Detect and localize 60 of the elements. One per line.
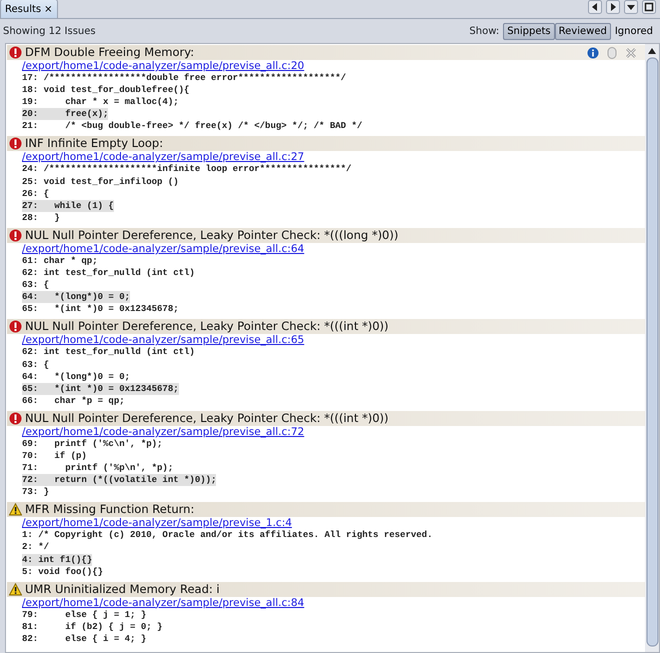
- code-line: 18: void test_for_doublefree(){: [22, 84, 190, 96]
- code-line: 61: char * qp;: [22, 254, 98, 268]
- code-line: 17: /******************double free error*******************/: [22, 72, 346, 84]
- code-line: 62: int test_for_nulld (int ctl): [22, 346, 195, 358]
- issue-header[interactable]: NUL Null Pointer Dereference, Leaky Pointer Check: *(((int *)0)): [7, 410, 645, 426]
- show-label: Show:: [469, 24, 500, 38]
- issue-header[interactable]: MFR Missing Function Return:: [7, 502, 645, 518]
- code-line: 19: char * x = malloc(4);: [22, 96, 179, 108]
- code-line: 73: }: [22, 486, 50, 498]
- issue-header[interactable]: NUL Null Pointer Dereference, Leaky Pointer Check: *(((long *)0)): [7, 228, 645, 243]
- code-line: 70: if (p): [22, 450, 87, 462]
- filter-toggle[interactable]: Snippets: [503, 22, 555, 40]
- file-link[interactable]: /export/home1/code-analyzer/sample/previse_all.c:65: [22, 334, 304, 346]
- file-link[interactable]: /export/home1/code-analyzer/sample/previse_all.c:27: [22, 151, 304, 164]
- maximize-icon[interactable]: [642, 0, 656, 14]
- issue-title: DFM Double Freeing Memory:: [25, 44, 196, 61]
- code-line: 65: *(int *)0 = 0x12345678;: [22, 303, 179, 316]
- code-line: 25: void test_for_infiloop (): [22, 176, 179, 188]
- code-line: 24: /********************infinite loop error****************/: [22, 163, 352, 176]
- info-icon[interactable]: [587, 46, 599, 58]
- code-line: 71: printf ('%p\n', *p);: [22, 462, 174, 474]
- code-line: 5: void foo(){}: [22, 566, 104, 578]
- code-line: 66: char *p = qp;: [22, 394, 125, 407]
- vertical-scrollbar[interactable]: [645, 44, 659, 652]
- code-line: 21: /* <bug double-free> */ free(x) /* </bug> */; /* BAD */: [22, 120, 362, 132]
- code-line: 26: {: [22, 188, 50, 200]
- code-line: 28: }: [22, 212, 60, 224]
- file-link[interactable]: /export/home1/code-analyzer/sample/previse_all.c:64: [22, 242, 304, 255]
- issue-header[interactable]: NUL Null Pointer Dereference, Leaky Pointer Check: *(((int *)0)): [7, 319, 645, 334]
- code-line: 69: printf ('%c\n', *p);: [22, 438, 162, 450]
- issue-header[interactable]: INF Infinite Empty Loop:: [7, 136, 645, 152]
- filter-toggle[interactable]: Ignored: [610, 22, 657, 40]
- issue-count-label: Showing 12 Issues: [3, 24, 96, 38]
- code-line: 64: *(long*)0 = 0;: [22, 370, 130, 383]
- code-line: 82: else { i = 4; }: [22, 632, 146, 645]
- close-icon[interactable]: [625, 46, 637, 58]
- filter-toggle[interactable]: Reviewed: [554, 22, 611, 40]
- code-line: 63: {: [22, 358, 50, 371]
- file-link[interactable]: /export/home1/code-analyzer/sample/previse_all.c:72: [22, 426, 304, 438]
- issue-title: UMR Uninitialized Memory Read: i: [25, 580, 221, 598]
- issue-title: NUL Null Pointer Dereference, Leaky Pointer Check: *(((long *)0)): [25, 226, 400, 244]
- file-link[interactable]: /export/home1/code-analyzer/sample/previse_all.c:20: [22, 60, 304, 72]
- results-tab[interactable]: Results ×: [0, 0, 58, 18]
- issue-title: NUL Null Pointer Dereference, Leaky Pointer Check: *(((int *)0)): [25, 410, 390, 427]
- toggle-icon[interactable]: [607, 46, 617, 58]
- issue-header[interactable]: UMR Uninitialized Memory Read: i: [7, 582, 645, 597]
- issue-title: INF Infinite Empty Loop:: [25, 135, 164, 152]
- code-line: 63: {: [22, 279, 50, 292]
- code-line: 1: /* Copyright (c) 2010, Oracle and/or its affiliates. All rights reserved.: [22, 529, 432, 542]
- file-link[interactable]: /export/home1/code-analyzer/sample/previse_all.c:84: [22, 596, 304, 609]
- code-line: 79: else { j = 1; }: [22, 608, 146, 621]
- code-line: 62: int test_for_nulld (int ctl): [22, 267, 195, 280]
- code-line: 81: if (b2) { j = 0; }: [22, 620, 162, 633]
- close-icon[interactable]: ×: [44, 2, 52, 16]
- code-line: 2: */: [22, 541, 50, 554]
- issue-header[interactable]: DFM Double Freeing Memory:: [7, 45, 645, 60]
- issue-title: MFR Missing Function Return:: [25, 501, 196, 518]
- issue-title: NUL Null Pointer Dereference, Leaky Pointer Check: *(((int *)0)): [25, 318, 390, 335]
- dropdown-icon[interactable]: [624, 0, 638, 14]
- file-link[interactable]: /export/home1/code-analyzer/sample/previse_1.c:4: [22, 517, 292, 530]
